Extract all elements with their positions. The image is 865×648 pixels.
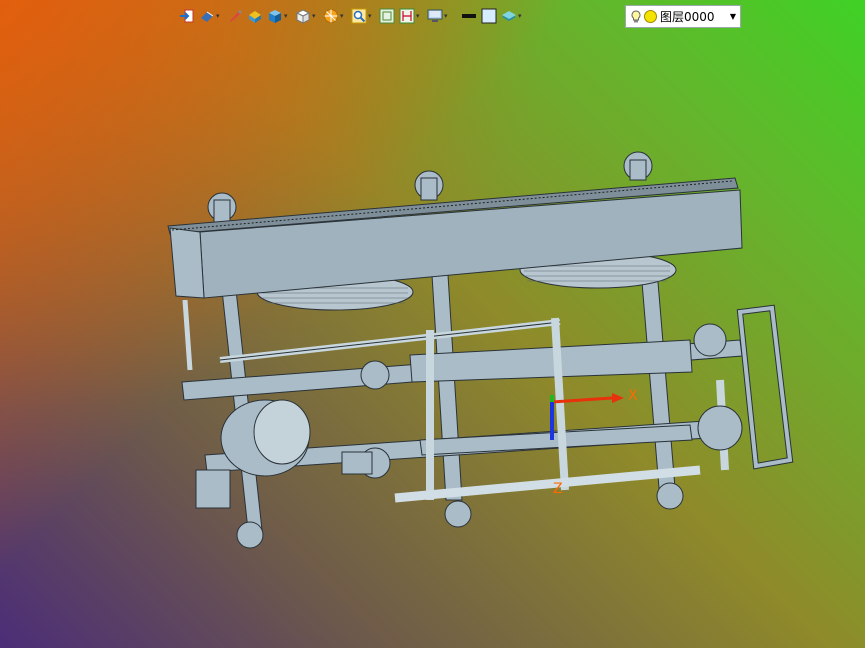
- cube-blue-icon: [269, 10, 281, 23]
- zoom-fit-button[interactable]: ▾: [350, 5, 376, 27]
- lightbulb-icon: [631, 9, 641, 22]
- cube-white-icon: [295, 9, 311, 24]
- chevron-down-icon: ▾: [416, 12, 420, 20]
- chevron-down-icon: ▾: [284, 12, 288, 20]
- monitor-icon: [427, 9, 443, 22]
- brush-button[interactable]: [226, 5, 244, 27]
- exit-button[interactable]: [178, 5, 196, 27]
- line-style-button[interactable]: [460, 5, 478, 27]
- chevron-down-icon: ▾: [312, 12, 316, 20]
- line-black-icon: [462, 14, 476, 18]
- chevron-down-icon: ▾: [216, 12, 220, 20]
- chevron-down-icon: ▾: [368, 12, 372, 20]
- ruler-button[interactable]: ▾: [398, 5, 424, 27]
- shaded-solid-button[interactable]: [246, 5, 264, 27]
- monitor-button[interactable]: ▾: [426, 5, 452, 27]
- layers-button[interactable]: ▾: [500, 5, 526, 27]
- axis-z-label: Z: [553, 481, 563, 497]
- view-toolbar: ▾ ▾ ▾ ▾ ▾ ▾ ▾ ▾: [178, 4, 526, 28]
- ruler-icon: [399, 8, 415, 24]
- cube-white-button[interactable]: ▾: [294, 5, 320, 27]
- chevron-down-icon: ▾: [518, 12, 522, 20]
- exit-icon: [180, 9, 194, 23]
- box-light-icon: [481, 8, 497, 24]
- shaded-solid-icon: [249, 11, 261, 23]
- section-view-icon: [324, 9, 338, 23]
- frame-icon: [379, 8, 395, 24]
- layers-icon: [502, 11, 516, 21]
- view-orient-button[interactable]: ▾: [198, 5, 224, 27]
- axis-x-label: X: [628, 388, 638, 404]
- layer-select[interactable]: 图层0000 ▼: [625, 5, 741, 28]
- chevron-down-icon: ▾: [340, 12, 344, 20]
- zoom-fit-icon: [351, 8, 367, 24]
- chevron-down-icon: ▾: [444, 12, 448, 20]
- section-view-button[interactable]: ▾: [322, 5, 348, 27]
- assembly-model[interactable]: X Z: [0, 0, 865, 648]
- cube-blue-button[interactable]: ▾: [266, 5, 292, 27]
- layer-name: 图层0000: [660, 10, 715, 24]
- background-color-button[interactable]: [480, 5, 498, 27]
- view-orient-icon: [201, 11, 214, 22]
- layer-color-swatch: [644, 10, 657, 23]
- side-handle: [736, 304, 794, 470]
- brush-icon: [230, 10, 242, 22]
- chevron-down-icon: ▼: [729, 12, 737, 21]
- frame-button[interactable]: [378, 5, 396, 27]
